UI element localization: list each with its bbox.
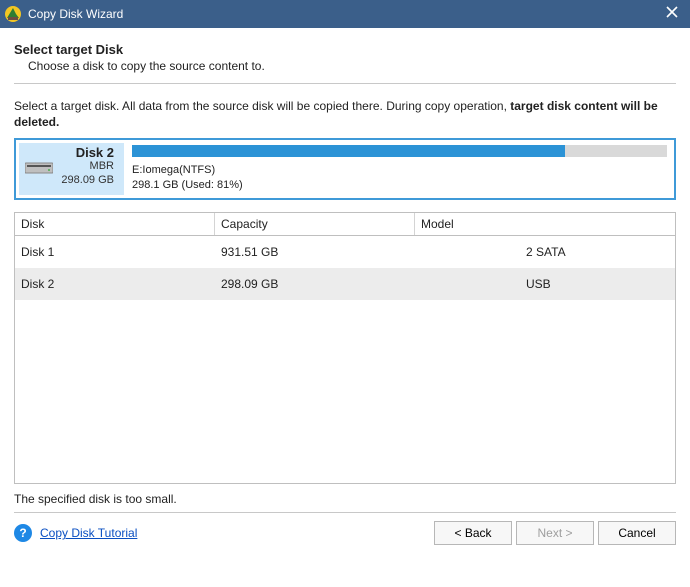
page-heading: Select target Disk: [14, 42, 676, 57]
usage-bar: [132, 145, 667, 157]
col-header-disk[interactable]: Disk: [15, 213, 215, 235]
selected-disk-type: MBR: [90, 160, 114, 174]
cell-disk: Disk 2: [15, 277, 215, 291]
instruction-text: Select a target disk. All data from the …: [14, 98, 676, 130]
footer: ? Copy Disk Tutorial < Back Next > Cance…: [0, 521, 690, 555]
partition-label: E:Iomega(NTFS): [132, 163, 667, 177]
next-button[interactable]: Next >: [516, 521, 594, 545]
disk-table-header: Disk Capacity Model: [15, 213, 675, 236]
cancel-button[interactable]: Cancel: [598, 521, 676, 545]
hard-drive-icon: [25, 161, 53, 178]
table-row[interactable]: Disk 2298.09 GB USB: [15, 268, 675, 300]
divider: [14, 83, 676, 84]
help-icon[interactable]: ?: [14, 524, 32, 542]
table-row[interactable]: Disk 1931.51 GB 2 SATA: [15, 236, 675, 268]
cell-capacity: 931.51 GB: [215, 245, 415, 259]
status-message: The specified disk is too small.: [14, 492, 676, 506]
tutorial-link[interactable]: Copy Disk Tutorial: [40, 526, 137, 540]
selected-disk-size: 298.09 GB: [61, 174, 114, 188]
cell-bus: 2 SATA: [526, 245, 566, 259]
cell-disk: Disk 1: [15, 245, 215, 259]
page-subheading: Choose a disk to copy the source content…: [28, 59, 676, 73]
partition-usage: 298.1 GB (Used: 81%): [132, 178, 667, 192]
col-header-capacity[interactable]: Capacity: [215, 213, 415, 235]
selected-disk-name: Disk 2: [76, 145, 114, 160]
cell-capacity: 298.09 GB: [215, 277, 415, 291]
close-icon[interactable]: [660, 4, 684, 24]
wizard-app-icon: [4, 5, 22, 23]
window-title: Copy Disk Wizard: [28, 7, 660, 21]
selected-disk-right: E:Iomega(NTFS) 298.1 GB (Used: 81%): [128, 143, 671, 195]
col-header-model[interactable]: Model: [415, 213, 675, 235]
cell-model: USB: [415, 277, 675, 291]
disk-table: Disk Capacity Model Disk 1931.51 GB 2 SAT…: [14, 212, 676, 484]
instruction-pre: Select a target disk. All data from the …: [14, 99, 510, 113]
selected-disk-left: Disk 2 MBR 298.09 GB: [19, 143, 124, 195]
disk-table-body: Disk 1931.51 GB 2 SATA Disk 2298.09 GB USB: [15, 236, 675, 300]
selected-disk-panel: Disk 2 MBR 298.09 GB E:Iomega(NTFS) 298.…: [14, 138, 676, 200]
back-button[interactable]: < Back: [434, 521, 512, 545]
cell-bus: USB: [526, 277, 551, 291]
cell-model: 2 SATA: [415, 245, 675, 259]
usage-bar-fill: [132, 145, 565, 157]
titlebar: Copy Disk Wizard: [0, 0, 690, 28]
divider-bottom: [14, 512, 676, 513]
